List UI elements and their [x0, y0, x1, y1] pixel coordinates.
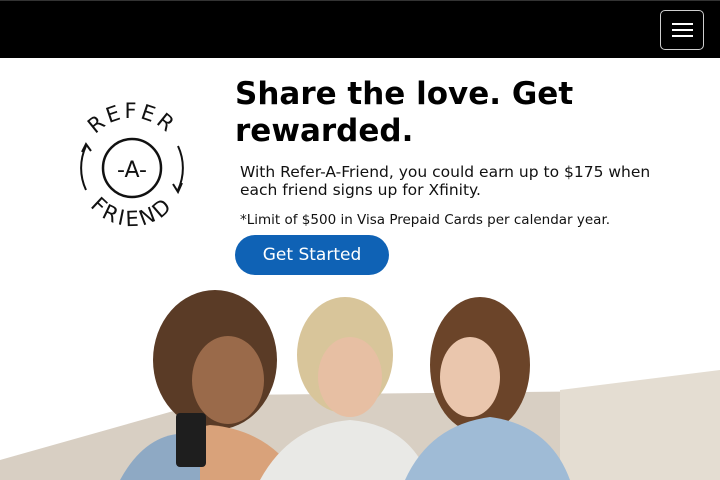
menu-toggle-button[interactable]: [660, 10, 704, 50]
page-headline: Share the love. Get rewarded.: [235, 76, 574, 149]
hero-photo: [0, 285, 720, 480]
top-navbar: [0, 0, 720, 58]
hamburger-menu-icon: [672, 23, 693, 37]
offer-fineprint: *Limit of $500 in Visa Prepaid Cards per…: [240, 212, 611, 228]
logo-top-text: REFER: [83, 99, 181, 138]
offer-description: With Refer-A-Friend, you could earn up t…: [240, 163, 651, 199]
get-started-button[interactable]: Get Started: [235, 235, 389, 275]
logo-middle-text: -A-: [117, 158, 147, 183]
refer-a-friend-logo: REFER FRIEND -A-: [80, 99, 184, 231]
